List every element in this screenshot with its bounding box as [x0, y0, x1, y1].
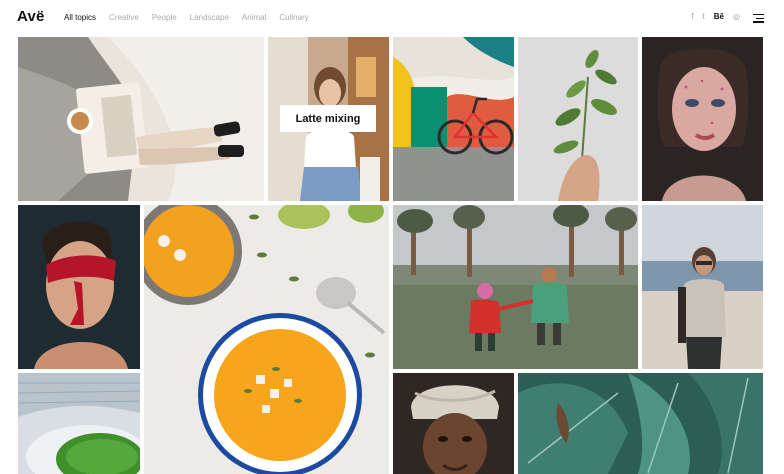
gallery-item-plant-hand[interactable] — [518, 37, 638, 201]
gallery-item-pumpkin-soup[interactable] — [144, 205, 389, 474]
gallery-item-latte-mixing[interactable]: Latte mixing — [268, 37, 389, 201]
gallery-item-sweater-coffee[interactable] — [18, 37, 264, 201]
photo-bicycle-graffiti — [393, 37, 514, 201]
gallery-item-tropical-leaves[interactable] — [518, 373, 763, 474]
gallery-item-architecture[interactable] — [18, 373, 140, 474]
photo-couple-field — [393, 205, 638, 369]
photo-plant-hand — [518, 37, 638, 201]
gallery-item-glitter-portrait[interactable] — [642, 37, 763, 201]
photo-tropical-leaves — [518, 373, 763, 474]
gallery-item-turban-man[interactable] — [393, 373, 514, 474]
photo-turban-man — [393, 373, 514, 474]
gallery-caption: Latte mixing — [280, 105, 376, 132]
gallery-item-couple-field[interactable] — [393, 205, 638, 369]
photo-beach-woman — [642, 205, 763, 369]
gallery-item-beach-woman[interactable] — [642, 205, 763, 369]
photo-face-paint — [18, 205, 140, 369]
gallery-item-bicycle-graffiti[interactable] — [393, 37, 514, 201]
gallery-item-face-paint[interactable] — [18, 205, 140, 369]
photo-grid: Latte mixing — [0, 0, 784, 474]
photo-architecture — [18, 373, 140, 474]
photo-pumpkin-soup — [144, 205, 389, 474]
photo-glitter-portrait — [642, 37, 763, 201]
photo-sweater-coffee — [18, 37, 264, 201]
